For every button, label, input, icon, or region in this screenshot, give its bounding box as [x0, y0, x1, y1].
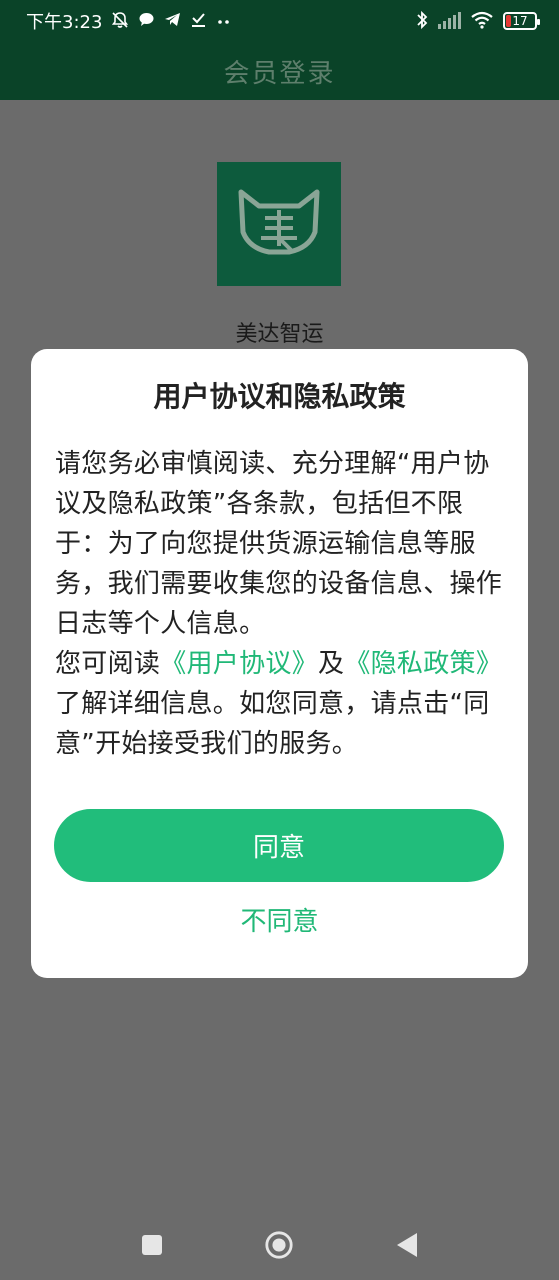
battery-icon: 17 [503, 12, 540, 30]
app-logo [217, 162, 341, 286]
bluetooth-icon [415, 10, 429, 33]
status-right: 17 [415, 10, 540, 33]
wifi-icon [470, 11, 494, 32]
cat-mask-logo-icon [238, 189, 320, 255]
dialog-paragraph-2: 您可阅读《用户协议》及《隐私政策》了解详细信息。如您同意，请点击“同意”开始接受… [55, 644, 507, 764]
status-left: 下午3:23 [26, 8, 232, 34]
app-header: 会员登录 [0, 42, 559, 100]
screen: 下午3:23 17 会员登录 美达智运 用户协议和隐私政策 请您务必审慎阅读、充… [0, 0, 559, 1280]
home-icon[interactable] [264, 1230, 294, 1260]
status-time: 下午3:23 [26, 12, 103, 33]
signal-icon [438, 12, 461, 29]
chat-bubble-icon [138, 11, 155, 31]
mute-bell-icon [111, 11, 129, 32]
battery-level: 17 [512, 14, 528, 28]
back-icon[interactable] [392, 1230, 422, 1260]
user-agreement-link[interactable]: 《用户协议》 [160, 649, 318, 679]
nav-bar [0, 1208, 559, 1280]
disagree-button[interactable]: 不同意 [31, 897, 528, 941]
para2-suffix: 了解详细信息。如您同意，请点击“同意”开始接受我们的服务。 [55, 689, 490, 759]
para2-and: 及 [318, 649, 345, 679]
privacy-policy-link[interactable]: 《隐私政策》 [344, 649, 502, 679]
status-bar: 下午3:23 17 [0, 0, 559, 42]
para2-prefix: 您可阅读 [55, 649, 161, 679]
more-dots-icon [216, 13, 232, 29]
recent-apps-icon[interactable] [137, 1230, 167, 1260]
battery-fill [506, 15, 511, 27]
agree-button[interactable]: 同意 [54, 809, 504, 882]
page-title: 会员登录 [223, 58, 336, 89]
dialog-title: 用户协议和隐私政策 [153, 380, 406, 413]
dialog-body: 请您务必审慎阅读、充分理解“用户协议及隐私政策”各条款，包括但不限于：为了向您提… [55, 444, 507, 764]
dialog-paragraph-1: 请您务必审慎阅读、充分理解“用户协议及隐私政策”各条款，包括但不限于：为了向您提… [55, 449, 503, 639]
brand-name: 美达智运 [235, 322, 324, 347]
telegram-icon [164, 11, 181, 31]
privacy-dialog: 用户协议和隐私政策 请您务必审慎阅读、充分理解“用户协议及隐私政策”各条款，包括… [31, 349, 528, 978]
check-icon [190, 11, 207, 31]
